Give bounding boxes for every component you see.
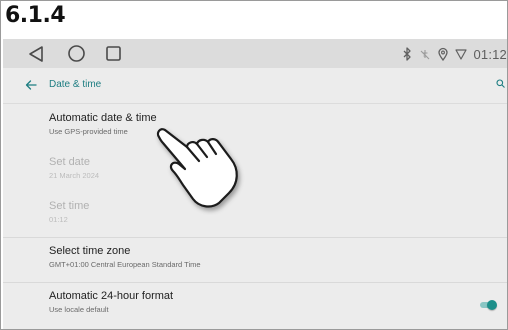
setting-title: Set time	[49, 200, 90, 212]
setting-title: Select time zone	[49, 245, 131, 257]
square-recents-icon[interactable]	[105, 45, 122, 62]
setting-subtitle: 01:12	[49, 215, 68, 224]
setting-title: Set date	[49, 156, 90, 168]
app-bar: Date & time	[3, 68, 507, 104]
setting-subtitle: Use GPS-provided time	[49, 127, 128, 136]
bluetooth-icon	[403, 47, 412, 61]
setting-automatic-date-time[interactable]: Automatic date & time Use GPS-provided t…	[3, 105, 507, 149]
setting-select-time-zone[interactable]: Select time zone GMT+01:00 Central Europ…	[3, 238, 507, 282]
location-icon	[438, 47, 449, 61]
device-screen: 01:12 Date & time Automatic date & time …	[3, 39, 507, 329]
system-navigation-bar: 01:12	[3, 39, 507, 68]
manual-figure: 6.1.4 01:12 Date & time Automatic date &…	[0, 0, 508, 330]
setting-title: Automatic 24-hour format	[49, 290, 174, 302]
setting-set-date: Set date 21 March 2024	[3, 149, 507, 193]
circle-home-icon[interactable]	[67, 44, 86, 63]
triangle-back-icon[interactable]	[27, 45, 45, 63]
setting-automatic-24-hour-format[interactable]: Automatic 24-hour format Use locale defa…	[3, 283, 507, 327]
setting-subtitle: GMT+01:00 Central European Standard Time	[49, 260, 201, 269]
setting-title: Automatic date & time	[49, 112, 157, 124]
section-number: 6.1.4	[5, 3, 66, 28]
page-title: Date & time	[49, 79, 102, 90]
settings-list: Automatic date & time Use GPS-provided t…	[3, 105, 507, 327]
search-icon[interactable]	[496, 79, 505, 88]
wifi-off-icon	[421, 50, 430, 60]
status-clock: 01:12	[473, 46, 507, 62]
pointing-hand-icon	[156, 128, 238, 208]
signal-icon	[455, 49, 468, 60]
status-bar: 01:12	[401, 45, 507, 63]
automatic-24-hour-toggle[interactable]	[480, 300, 497, 310]
toggle-thumb	[487, 300, 497, 310]
setting-subtitle: Use locale default	[49, 305, 109, 314]
setting-subtitle: 21 March 2024	[49, 171, 100, 180]
setting-set-time: Set time 01:12	[3, 193, 507, 237]
arrow-back-icon[interactable]	[25, 79, 37, 91]
